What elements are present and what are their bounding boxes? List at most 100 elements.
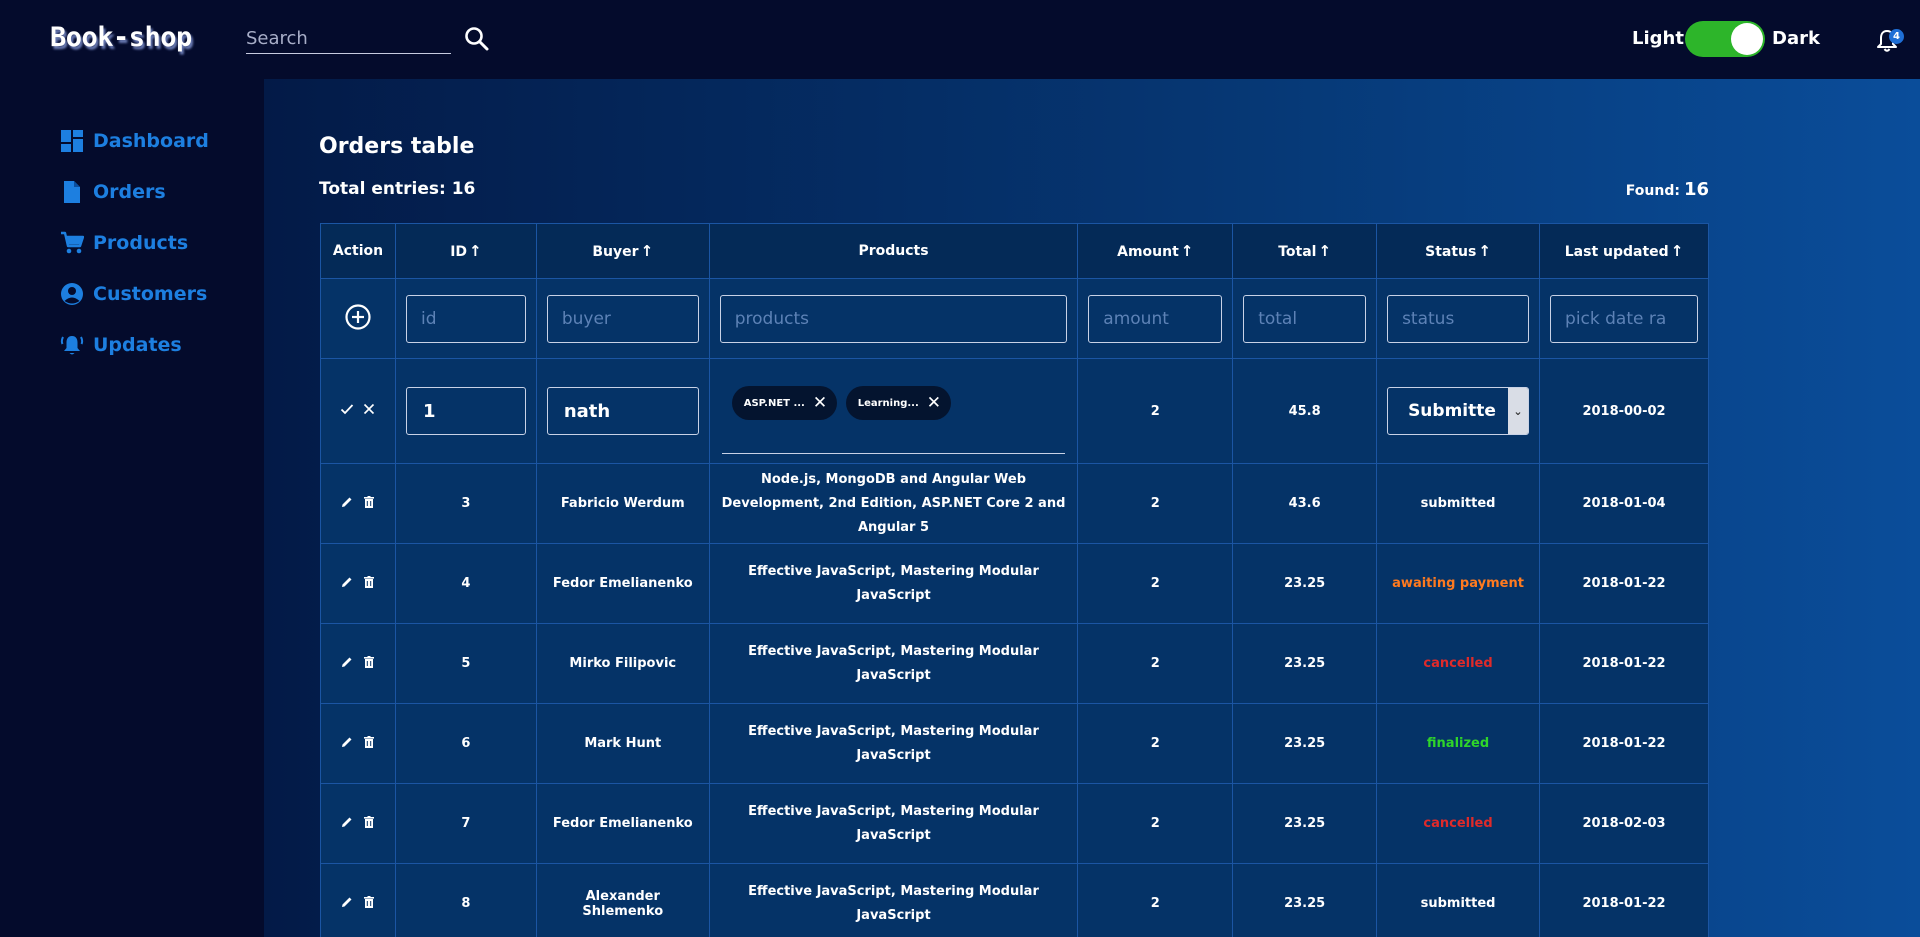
cell-status: submitted: [1376, 463, 1541, 544]
sort-arrow-icon[interactable]: ↑: [469, 242, 482, 260]
filter-total-input[interactable]: [1243, 294, 1367, 343]
edit-pencil-icon[interactable]: [340, 895, 354, 909]
edit-pencil-icon[interactable]: [340, 655, 354, 669]
cancel-close-icon[interactable]: [362, 402, 376, 416]
cell-amount: 2: [1077, 463, 1234, 544]
document-icon: [64, 181, 80, 203]
sidebar-item-products[interactable]: Products: [60, 228, 188, 258]
edit-id-input[interactable]: [405, 387, 526, 435]
status-select[interactable]: Submitte ⌄: [1387, 387, 1530, 435]
sort-arrow-icon[interactable]: ↑: [1478, 242, 1491, 260]
header-action: Action: [320, 223, 396, 279]
header-status-label: Status: [1425, 244, 1477, 260]
cell-total: 23.25: [1232, 543, 1378, 624]
search-icon[interactable]: [464, 26, 490, 52]
row-actions: [320, 463, 396, 544]
row-actions: [320, 783, 396, 864]
delete-trash-icon[interactable]: [362, 495, 376, 509]
cell-total: 43.6: [1232, 463, 1378, 544]
bell-ringing-icon: [60, 336, 84, 355]
cell-amount: 2: [1077, 783, 1234, 864]
sidebar-item-dashboard[interactable]: Dashboard: [60, 126, 209, 156]
cell-id: 5: [394, 623, 537, 704]
sort-arrow-icon[interactable]: ↑: [1671, 242, 1684, 260]
sidebar-item-customers[interactable]: Customers: [60, 279, 207, 309]
row-actions: [320, 623, 396, 704]
edit-pencil-icon[interactable]: [340, 735, 354, 749]
sidebar: Dashboard Orders Products Customers Upda…: [0, 79, 264, 937]
cell-amount: 2: [1077, 703, 1234, 784]
header-total[interactable]: Total ↑: [1232, 223, 1378, 279]
sidebar-item-updates[interactable]: Updates: [60, 330, 182, 360]
edit-pencil-icon[interactable]: [340, 495, 354, 509]
sidebar-item-label: Dashboard: [93, 130, 209, 152]
total-entries: Total entries: 16: [319, 179, 476, 199]
cell-id: 4: [394, 543, 537, 624]
header-id[interactable]: ID ↑: [394, 223, 537, 279]
edit-buyer-input[interactable]: [546, 387, 699, 435]
sort-arrow-icon[interactable]: ↑: [1318, 242, 1331, 260]
filter-id-cell: [394, 278, 537, 359]
header-amount[interactable]: Amount ↑: [1077, 223, 1234, 279]
search-input[interactable]: [246, 24, 451, 53]
app-logo[interactable]: Book-shop: [50, 22, 192, 53]
filter-id-input[interactable]: [405, 294, 526, 343]
table-row: 6 Mark Hunt Effective JavaScript, Master…: [320, 703, 1709, 784]
sort-arrow-icon[interactable]: ↑: [641, 242, 654, 260]
cell-buyer: Fedor Emelianenko: [535, 783, 710, 864]
cell-products: Effective JavaScript, Mastering Modular …: [708, 543, 1079, 624]
edit-pencil-icon[interactable]: [340, 815, 354, 829]
cell-id: 8: [394, 863, 537, 937]
filter-date-range-input[interactable]: [1550, 294, 1698, 343]
chevron-down-icon[interactable]: ⌄: [1508, 388, 1529, 434]
sidebar-item-orders[interactable]: Orders: [60, 177, 166, 207]
row-actions: [320, 543, 396, 624]
sort-arrow-icon[interactable]: ↑: [1181, 242, 1194, 260]
cell-products: Node.js, MongoDB and Angular Web Develop…: [708, 463, 1079, 544]
filter-amount-input[interactable]: [1088, 294, 1223, 343]
chip-remove-icon[interactable]: ✕: [813, 393, 827, 413]
header-status[interactable]: Status ↑: [1376, 223, 1541, 279]
dashboard-icon: [61, 130, 83, 152]
table-row: 5 Mirko Filipovic Effective JavaScript, …: [320, 623, 1709, 704]
notification-badge: 4: [1889, 29, 1904, 44]
sidebar-item-label: Updates: [93, 334, 182, 356]
edit-total-cell: 45.8: [1232, 358, 1378, 464]
product-chip: Learning... ✕: [845, 386, 952, 420]
add-order-button[interactable]: [344, 303, 372, 335]
filter-products-input[interactable]: [719, 294, 1068, 343]
header-last-updated[interactable]: Last updated ↑: [1539, 223, 1709, 279]
edit-status-cell: Submitte ⌄: [1376, 358, 1541, 464]
delete-trash-icon[interactable]: [362, 735, 376, 749]
cell-id: 6: [394, 703, 537, 784]
add-circle-icon: [345, 303, 371, 330]
chip-remove-icon[interactable]: ✕: [927, 393, 941, 413]
filter-row: [320, 278, 1709, 359]
header-products-label: Products: [858, 243, 929, 259]
delete-trash-icon[interactable]: [362, 575, 376, 589]
edit-row: ASP.NET ... ✕ Learning... ✕ 2 45.8 Submi…: [320, 358, 1709, 464]
table-row: 7 Fedor Emelianenko Effective JavaScript…: [320, 783, 1709, 864]
cell-total: 23.25: [1232, 623, 1378, 704]
found-count: Found: 16: [1626, 179, 1709, 200]
delete-trash-icon[interactable]: [362, 655, 376, 669]
header-buyer[interactable]: Buyer ↑: [535, 223, 710, 279]
products-chip-input[interactable]: ASP.NET ... ✕ Learning... ✕: [721, 368, 1066, 454]
confirm-check-icon[interactable]: [340, 402, 354, 416]
cell-status: finalized: [1376, 703, 1541, 784]
table-row: 4 Fedor Emelianenko Effective JavaScript…: [320, 543, 1709, 624]
filter-buyer-input[interactable]: [546, 294, 699, 343]
cell-products: Effective JavaScript, Mastering Modular …: [708, 703, 1079, 784]
edit-id-cell: [394, 358, 537, 464]
delete-trash-icon[interactable]: [362, 815, 376, 829]
cell-last-updated: 2018-02-03: [1539, 783, 1709, 864]
cell-status: submitted: [1376, 863, 1541, 937]
filter-action-cell: [320, 278, 396, 359]
theme-toggle[interactable]: [1685, 21, 1765, 57]
search-field: [246, 24, 451, 54]
delete-trash-icon[interactable]: [362, 895, 376, 909]
edit-pencil-icon[interactable]: [340, 575, 354, 589]
filter-status-input[interactable]: [1387, 294, 1530, 343]
cell-last-updated: 2018-01-22: [1539, 863, 1709, 937]
theme-dark-label: Dark: [1772, 28, 1820, 49]
